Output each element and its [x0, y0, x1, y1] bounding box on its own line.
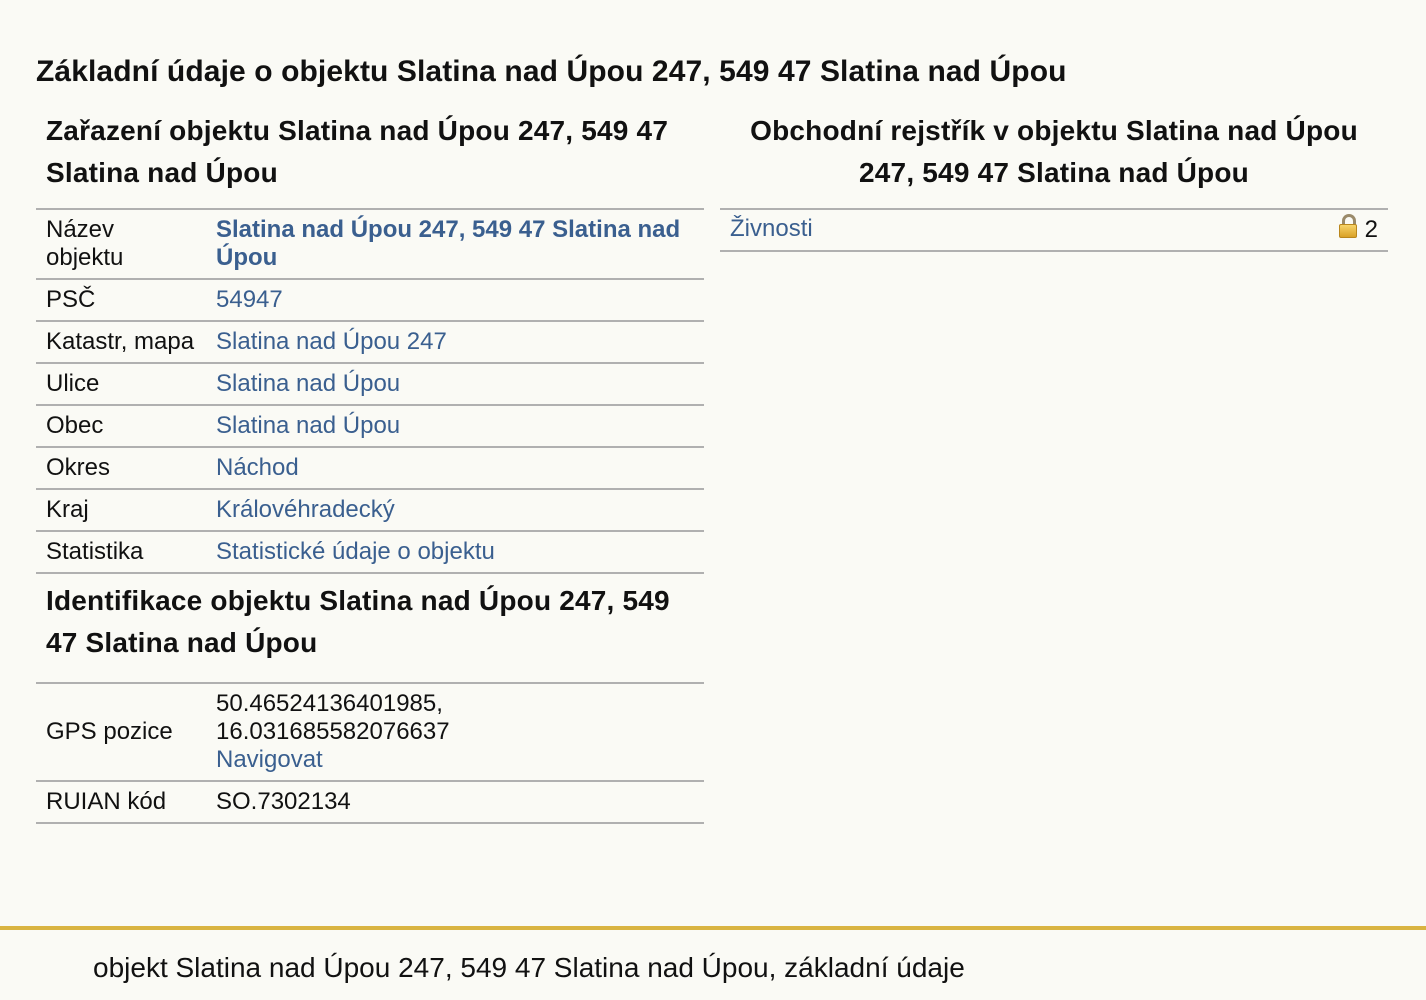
row-label-street: Ulice	[46, 370, 100, 397]
right-column: Obchodní rejstřík v objektu Slatina nad …	[720, 110, 1388, 252]
row-label-statistics: Statistika	[46, 538, 144, 565]
table-row: Katastr, mapa Slatina nad Úpou 247	[36, 321, 704, 363]
business-register-title: Obchodní rejstřík v objektu Slatina nad …	[750, 115, 1358, 188]
table-row: Statistika Statistické údaje o objektu	[36, 531, 704, 573]
row-label-ruian: RUIAN kód	[46, 788, 167, 815]
row-value: Královéhradecký	[206, 489, 704, 531]
trades-count: 2	[1364, 216, 1378, 243]
gps-value: 50.46524136401985, 16.031685582076637 Na…	[206, 683, 704, 781]
municipality-link[interactable]: Slatina nad Úpou	[216, 412, 400, 439]
table-row: GPS pozice 50.46524136401985, 16.0316855…	[36, 683, 704, 781]
row-label-gps: GPS pozice	[46, 718, 173, 745]
footer-text: objekt Slatina nad Úpou 247, 549 47 Slat…	[93, 952, 965, 983]
business-register-table: Živnosti 2	[720, 208, 1388, 252]
table-row: Název objektu Slatina nad Úpou 247, 549 …	[36, 209, 704, 279]
row-label-municipality: Obec	[46, 412, 104, 439]
row-label-region: Kraj	[46, 496, 89, 523]
page-title: Základní údaje o objektu Slatina nad Úpo…	[36, 55, 1067, 88]
identification-title: Identifikace objektu Slatina nad Úpou 24…	[46, 585, 670, 658]
table-row: Živnosti 2	[720, 209, 1388, 251]
trades-link[interactable]: Živnosti	[730, 215, 813, 242]
street-link[interactable]: Slatina nad Úpou	[216, 370, 400, 397]
row-value: Slatina nad Úpou	[206, 363, 704, 405]
row-value: Slatina nad Úpou 247	[206, 321, 704, 363]
row-label-district: Okres	[46, 454, 111, 481]
trades-count-cell: 2	[1143, 209, 1388, 251]
row-value: Slatina nad Úpou 247, 549 47 Slatina nad…	[206, 209, 704, 279]
row-value: Slatina nad Úpou	[206, 405, 704, 447]
row-value: 54947	[206, 279, 704, 321]
row-value: Živnosti	[720, 209, 1143, 251]
left-column: Zařazení objektu Slatina nad Úpou 247, 5…	[36, 110, 704, 824]
table-row: Okres Náchod	[36, 447, 704, 489]
row-label-cadastre: Katastr, mapa	[46, 328, 195, 355]
region-link[interactable]: Královéhradecký	[216, 496, 395, 523]
district-link[interactable]: Náchod	[216, 454, 299, 481]
row-label-psc: PSČ	[46, 286, 96, 313]
table-row: PSČ 54947	[36, 279, 704, 321]
classification-table: Název objektu Slatina nad Úpou 247, 549 …	[36, 208, 704, 574]
cadastre-link[interactable]: Slatina nad Úpou 247	[216, 328, 447, 355]
psc-link[interactable]: 54947	[216, 286, 283, 313]
classification-title: Zařazení objektu Slatina nad Úpou 247, 5…	[46, 115, 669, 188]
identification-table: GPS pozice 50.46524136401985, 16.0316855…	[36, 682, 704, 824]
table-row: RUIAN kód SO.7302134	[36, 781, 704, 823]
table-row: Kraj Královéhradecký	[36, 489, 704, 531]
gps-latitude: 50.46524136401985,	[216, 690, 443, 717]
row-label-object-name: Název objektu	[46, 216, 124, 271]
navigate-link[interactable]: Navigovat	[216, 746, 323, 773]
ruian-value: SO.7302134	[216, 788, 351, 815]
row-value: Statistické údaje o objektu	[206, 531, 704, 573]
object-name-link[interactable]: Slatina nad Úpou 247, 549 47 Slatina nad…	[216, 216, 680, 271]
footer: objekt Slatina nad Úpou 247, 549 47 Slat…	[0, 926, 1426, 1000]
table-row: Obec Slatina nad Úpou	[36, 405, 704, 447]
row-value: Náchod	[206, 447, 704, 489]
table-row: Ulice Slatina nad Úpou	[36, 363, 704, 405]
statistics-link[interactable]: Statistické údaje o objektu	[216, 538, 495, 565]
lock-icon	[1338, 214, 1357, 238]
gps-longitude: 16.031685582076637	[216, 718, 450, 745]
